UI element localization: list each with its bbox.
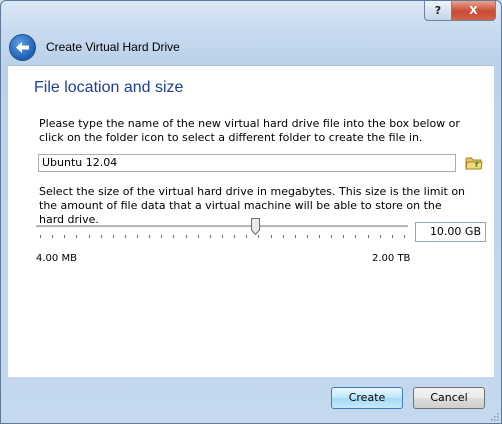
choose-folder-button[interactable]: [465, 154, 483, 172]
resize-grip-icon[interactable]: [489, 411, 499, 421]
help-button[interactable]: ?: [424, 1, 452, 21]
window-controls: ? X: [424, 1, 496, 21]
slider-tick: [197, 235, 199, 238]
slider-tick: [76, 235, 78, 238]
slider-tick: [404, 235, 405, 238]
window-title: Create Virtual Hard Drive: [46, 40, 180, 54]
slider-tick: [246, 235, 248, 238]
slider-tick: [270, 235, 272, 238]
slider-tick: [379, 235, 381, 238]
slider-tick: [124, 235, 126, 238]
slider-tick: [149, 235, 151, 238]
cancel-button[interactable]: Cancel: [413, 387, 485, 409]
slider-tick: [222, 235, 223, 238]
close-icon: X: [469, 4, 478, 17]
slider-tick: [306, 235, 308, 238]
slider-tick: [355, 235, 357, 238]
slider-tick: [185, 235, 187, 238]
create-button[interactable]: Create: [331, 387, 403, 409]
slider-tick: [173, 235, 175, 238]
slider-thumb[interactable]: [250, 218, 260, 235]
slider-tick: [40, 235, 41, 238]
file-name-input[interactable]: Ubuntu 12.04: [38, 154, 456, 172]
size-input[interactable]: 10.00 GB: [415, 222, 486, 242]
size-slider[interactable]: [36, 218, 408, 244]
slider-tick: [258, 235, 260, 238]
slider-tick: [52, 235, 54, 238]
range-min-label: 4.00 MB: [36, 253, 77, 264]
slider-tick: [100, 235, 102, 238]
slider-tick: [294, 235, 296, 238]
slider-tick: [319, 235, 321, 238]
slider-tick: [137, 235, 139, 238]
slider-tick: [209, 235, 211, 238]
help-icon: ?: [434, 4, 442, 17]
slider-tick: [367, 235, 369, 238]
page-heading: File location and size: [34, 79, 184, 96]
slider-tick: [161, 235, 163, 238]
slider-tick: [88, 235, 90, 238]
range-max-label: 2.00 TB: [372, 253, 411, 264]
slider-tick: [331, 235, 333, 238]
back-button[interactable]: [9, 33, 36, 61]
slider-tick: [282, 235, 284, 238]
dialog-window: ? X Create Virtual Hard Drive File locat…: [0, 0, 502, 424]
slider-ticks: [36, 235, 408, 239]
close-button[interactable]: X: [452, 1, 496, 21]
wizard-header: Create Virtual Hard Drive: [7, 29, 495, 65]
slider-tick: [343, 235, 345, 238]
slider-tick: [391, 235, 393, 238]
slider-tick: [234, 235, 236, 238]
slider-tick: [112, 235, 114, 238]
back-arrow-icon: [16, 41, 29, 53]
slider-tick: [64, 235, 66, 238]
wizard-page: File location and size Please type the n…: [8, 65, 494, 377]
slider-track: [36, 225, 408, 228]
folder-icon: [465, 157, 483, 170]
location-description: Please type the name of the new virtual …: [39, 117, 460, 144]
